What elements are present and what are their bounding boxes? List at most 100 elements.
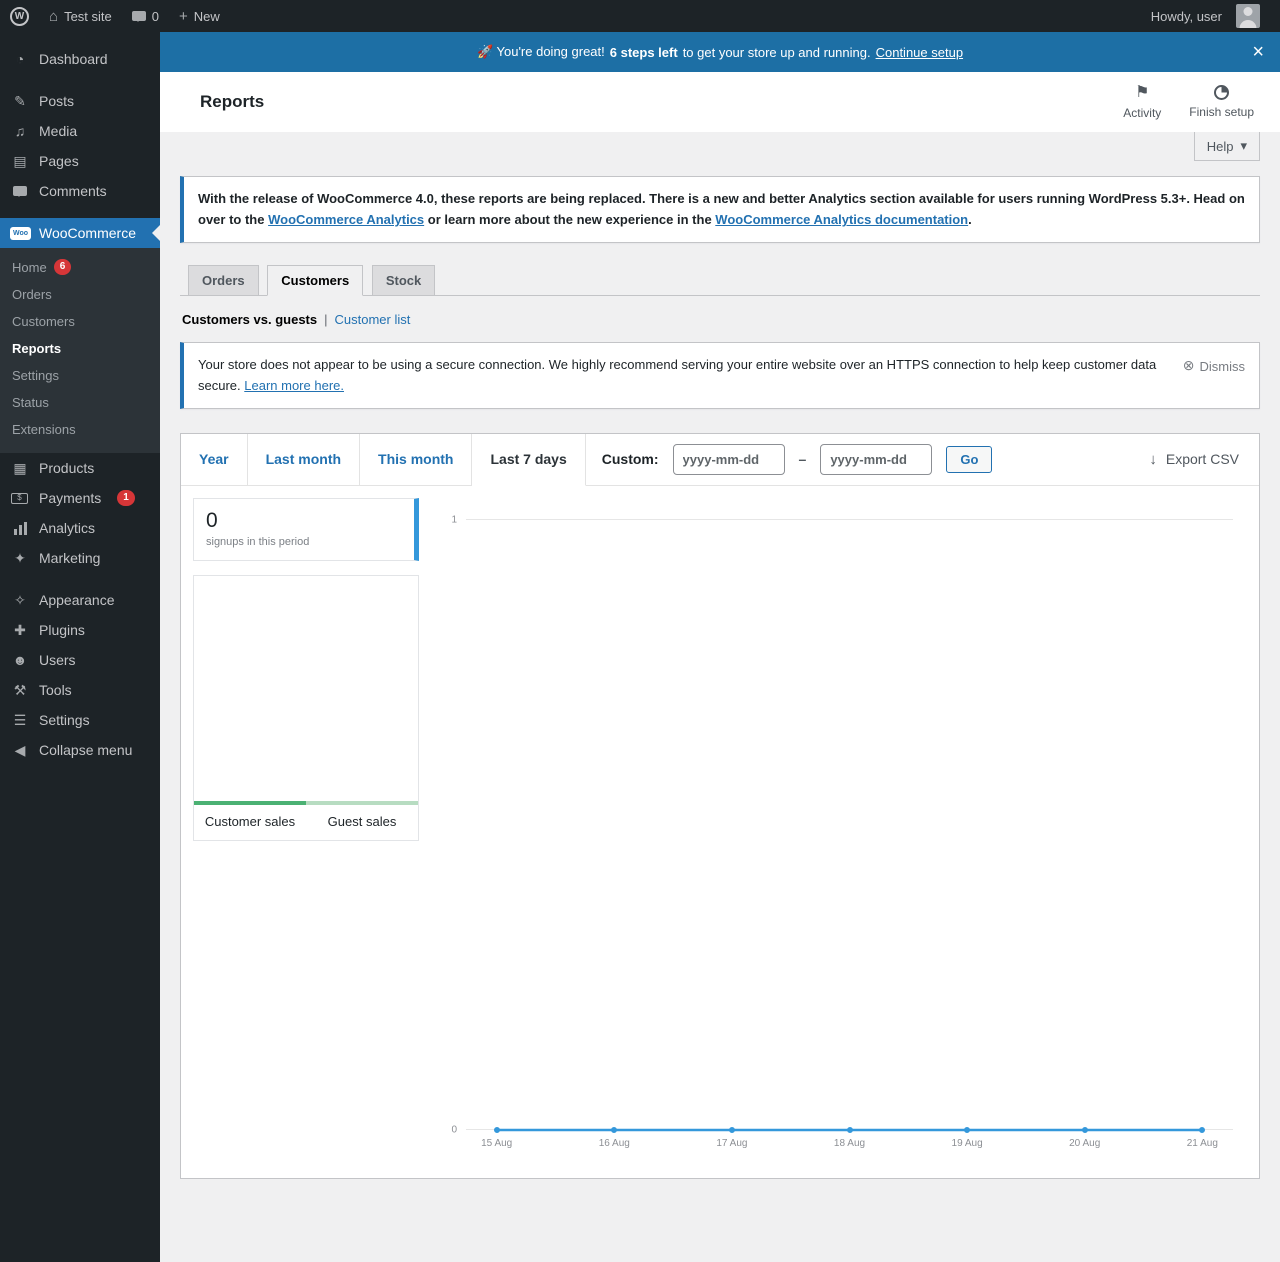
signups-value: 0	[206, 508, 218, 532]
site-menu[interactable]: ⌂ Test site	[39, 0, 122, 32]
tab-customers[interactable]: Customers	[267, 264, 364, 296]
sidebar-item-woocommerce[interactable]: Woo WooCommerce	[0, 218, 160, 248]
users-icon: ☻	[12, 652, 28, 668]
current-menu-arrow	[152, 225, 160, 241]
subnav-separator: |	[324, 311, 328, 327]
sidebar-item-media[interactable]: ♫ Media	[0, 116, 160, 146]
x-axis-label: 20 Aug	[1069, 1137, 1101, 1149]
new-content-menu[interactable]: + New	[169, 0, 230, 32]
howdy-text: Howdy, user	[1150, 8, 1222, 24]
learn-more-link[interactable]: Learn more here.	[244, 378, 344, 393]
wordpress-logo-icon: W	[10, 6, 29, 26]
continue-setup-link[interactable]: Continue setup	[876, 45, 963, 60]
report-tabs: Orders Customers Stock	[180, 264, 1260, 296]
range-year[interactable]: Year	[181, 433, 248, 486]
sidebar-item-analytics[interactable]: Analytics	[0, 513, 160, 543]
legend-customer-sales[interactable]: Customer sales	[194, 800, 306, 840]
range-last-month[interactable]: Last month	[247, 433, 361, 486]
account-menu[interactable]: Howdy, user	[1141, 4, 1270, 28]
go-button[interactable]: Go	[946, 445, 993, 473]
submenu-item-reports[interactable]: Reports	[0, 335, 160, 362]
dismiss-icon: ⊗	[1182, 356, 1195, 373]
sidebar-item-settings[interactable]: ☰ Settings	[0, 705, 160, 735]
wordpress-menu[interactable]: W	[0, 0, 39, 32]
help-dropdown[interactable]: Help ▾	[1193, 132, 1260, 161]
sidebar-item-products[interactable]: ▦ Products	[0, 453, 160, 483]
submenu-item-extensions[interactable]: Extensions	[0, 416, 160, 443]
report-body: 0 signups in this period Customer sales …	[181, 486, 1259, 1178]
tab-orders[interactable]: Orders	[188, 264, 259, 295]
payments-badge: 1	[117, 490, 135, 506]
activity-flag-icon: ⚑	[1135, 83, 1150, 101]
sidebar-item-tools[interactable]: ⚒ Tools	[0, 675, 160, 705]
range-last-7-days[interactable]: Last 7 days	[472, 433, 586, 486]
x-axis-label: 17 Aug	[716, 1137, 748, 1149]
chart-legend: Customer sales Guest sales	[193, 574, 419, 841]
range-this-month[interactable]: This month	[360, 433, 473, 486]
products-icon: ▦	[13, 460, 27, 476]
banner-close-icon[interactable]: ×	[1252, 42, 1264, 62]
sidebar-item-posts[interactable]: ✎ Posts	[0, 86, 160, 116]
plugins-icon: ✚	[14, 622, 26, 638]
plus-icon: +	[178, 7, 188, 25]
sidebar-item-users[interactable]: ☻ Users	[0, 645, 160, 675]
submenu-item-status[interactable]: Status	[0, 389, 160, 416]
sidebar-item-comments[interactable]: Comments	[0, 176, 160, 206]
export-csv-button[interactable]: ↓ Export CSV	[1129, 434, 1259, 486]
settings-icon: ☰	[13, 712, 27, 728]
dismiss-button[interactable]: ⊗ Dismiss	[1183, 354, 1245, 397]
sidebar-label-media: Media	[39, 123, 78, 139]
content-area: 🚀 You're doing great! 6 steps left to ge…	[160, 32, 1280, 1262]
sidebar-label-marketing: Marketing	[39, 550, 101, 566]
analytics-documentation-link[interactable]: WooCommerce Analytics documentation	[715, 212, 968, 227]
export-csv-label: Export CSV	[1165, 451, 1239, 468]
sidebar-item-dashboard[interactable]: ◔ Dashboard	[0, 44, 160, 74]
legend-guest-sales[interactable]: Guest sales	[306, 800, 418, 840]
sidebar-label-posts: Posts	[39, 93, 75, 109]
subnav-customer-list-link[interactable]: Customer list	[335, 312, 411, 327]
appearance-icon: ✧	[14, 592, 26, 608]
x-axis-label: 19 Aug	[951, 1137, 983, 1149]
avatar	[1236, 4, 1260, 28]
posts-icon: ✎	[14, 93, 26, 109]
finish-setup-button[interactable]: Finish setup	[1189, 84, 1254, 120]
plot-area: 0 1 15 Aug 16 Aug 17 Aug 18 Aug 19 Aug 20 Aug 21…	[451, 514, 1233, 1149]
submenu-label-orders: Orders	[12, 287, 52, 302]
sidebar-item-payments[interactable]: $ Payments 1	[0, 483, 160, 513]
tab-stock[interactable]: Stock	[371, 264, 436, 295]
data-point-marker	[493, 1126, 500, 1133]
submenu-label-extensions: Extensions	[12, 422, 76, 437]
submenu-item-woo-settings[interactable]: Settings	[0, 362, 160, 389]
sidebar-item-collapse-menu[interactable]: ◀ Collapse menu	[0, 735, 160, 765]
data-point-marker	[728, 1126, 735, 1133]
activity-button[interactable]: ⚑ Activity	[1123, 83, 1161, 120]
start-date-input[interactable]	[672, 443, 785, 475]
analytics-icon	[10, 521, 30, 535]
signups-summary[interactable]: 0 signups in this period	[193, 497, 419, 561]
comments-menu[interactable]: 0	[122, 0, 169, 32]
sidebar-item-plugins[interactable]: ✚ Plugins	[0, 615, 160, 645]
data-point-marker	[611, 1126, 618, 1133]
x-axis-label: 16 Aug	[598, 1137, 630, 1149]
date-range-separator: –	[798, 451, 807, 468]
media-icon: ♫	[14, 123, 26, 139]
submenu-item-customers[interactable]: Customers	[0, 308, 160, 335]
submenu-label-home: Home	[12, 259, 47, 275]
end-date-input[interactable]	[820, 443, 933, 475]
sidebar-label-tools: Tools	[39, 682, 72, 698]
submenu-item-orders[interactable]: Orders	[0, 281, 160, 308]
comments-icon	[10, 184, 30, 198]
submenu-item-home[interactable]: Home 6	[0, 253, 160, 281]
marketing-icon: ✦	[14, 550, 26, 566]
data-point-marker	[1199, 1126, 1206, 1133]
menu-separator	[0, 206, 160, 218]
sidebar-item-appearance[interactable]: ✧ Appearance	[0, 585, 160, 615]
page-header: Reports ⚑ Activity Finish setup	[160, 72, 1280, 132]
sidebar-label-woocommerce: WooCommerce	[39, 225, 136, 241]
sidebar-label-users: Users	[39, 652, 76, 668]
sidebar-item-marketing[interactable]: ✦ Marketing	[0, 543, 160, 573]
woocommerce-analytics-link[interactable]: WooCommerce Analytics	[268, 212, 424, 227]
sidebar-item-pages[interactable]: ▤ Pages	[0, 146, 160, 176]
custom-label: Custom:	[601, 451, 659, 468]
subnav-customers-vs-guests[interactable]: Customers vs. guests	[182, 312, 317, 327]
